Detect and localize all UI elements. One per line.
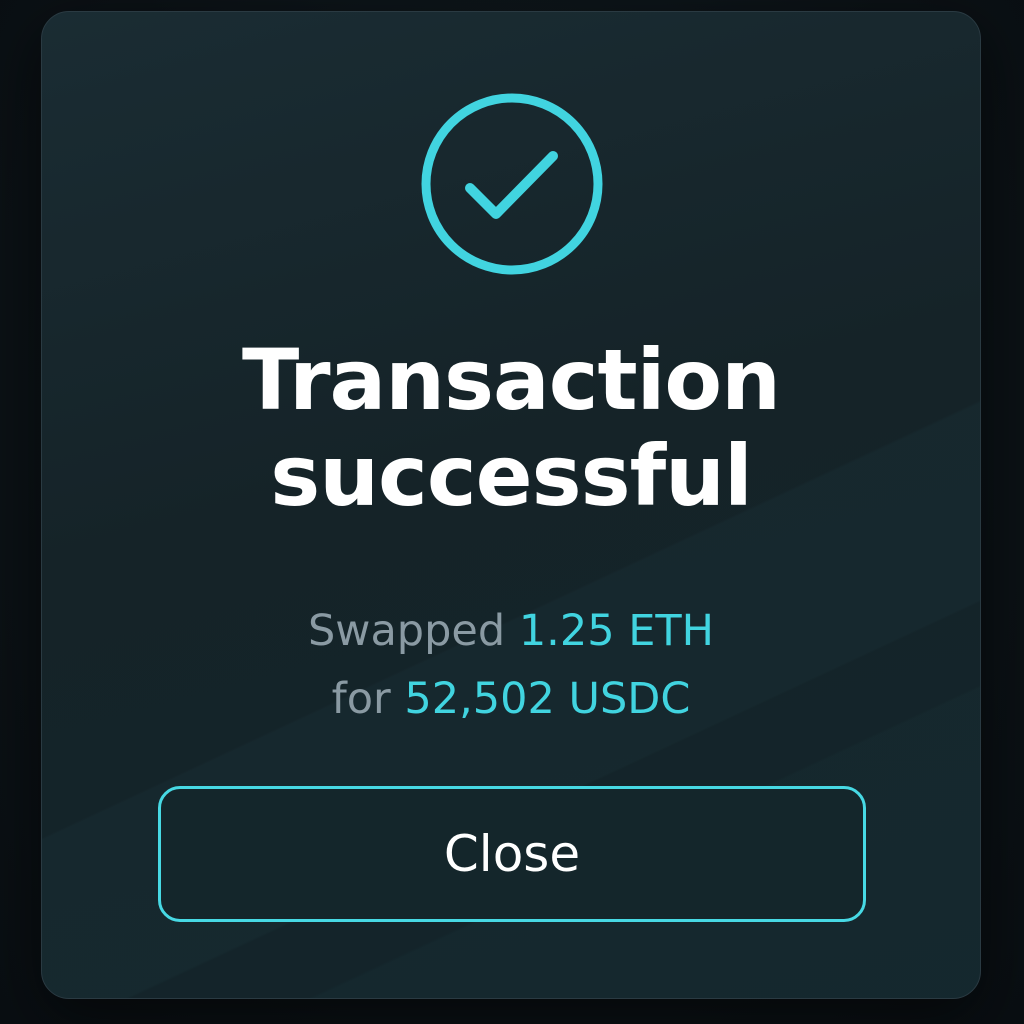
summary-line-1: Swapped 1.25 ETH [42,597,980,665]
dialog-title: Transaction successful [42,332,980,524]
summary-line-2: for 52,502 USDC [42,665,980,733]
swap-summary: Swapped 1.25 ETH for 52,502 USDC [42,597,980,733]
title-line-1: Transaction [242,331,781,429]
swapped-word: Swapped [307,606,506,656]
check-circle-icon [420,92,604,276]
title-line-2: successful [270,427,753,525]
close-button[interactable]: Close [158,786,866,922]
for-word: for [331,674,391,724]
from-amount: 1.25 ETH [518,606,714,656]
to-amount: 52,502 USDC [404,674,691,724]
success-dialog: Transaction successful Swapped 1.25 ETH … [41,11,981,999]
